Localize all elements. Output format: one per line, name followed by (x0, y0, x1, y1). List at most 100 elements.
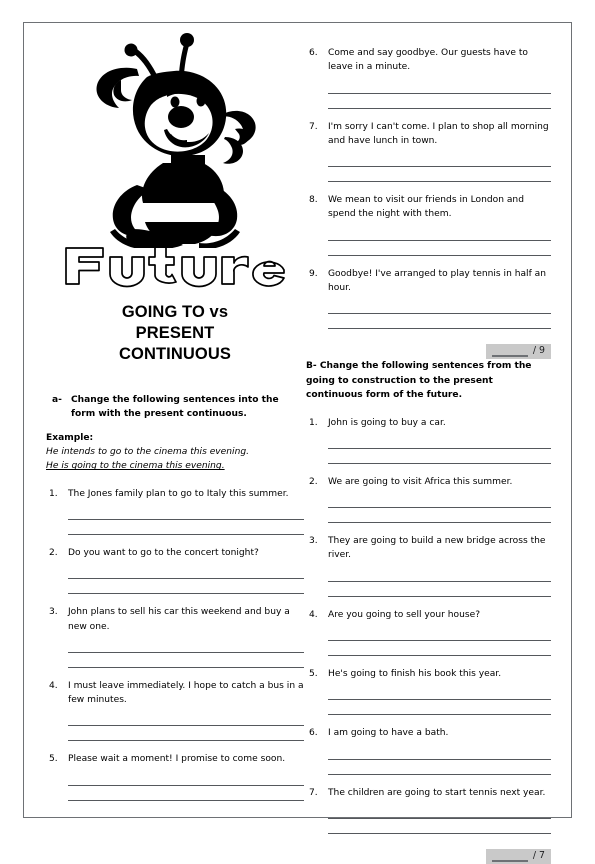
part-a-marker: a- (52, 395, 62, 405)
answer-line[interactable] (68, 788, 304, 801)
answer-lines (328, 495, 551, 524)
part-a-items-right: 6. Come and say goodbye. Our guests have… (306, 46, 551, 330)
answer-line[interactable] (68, 655, 304, 668)
item-body: They are going to build a new bridge acr… (328, 534, 551, 597)
answer-lines (68, 640, 304, 668)
list-item: 8. We mean to visit our friends in Londo… (306, 193, 551, 256)
list-item: 1. The Jones family plan to go to Italy … (46, 487, 304, 535)
item-text: John plans to sell his car this weekend … (68, 607, 290, 632)
answer-line[interactable] (328, 169, 551, 183)
answer-line[interactable] (68, 566, 304, 580)
answer-line[interactable] (328, 436, 551, 449)
answer-line[interactable] (328, 569, 551, 582)
answer-line[interactable] (68, 581, 304, 595)
answer-line[interactable] (328, 806, 551, 819)
part-b-score-row: / 7 (306, 848, 551, 864)
answer-line[interactable] (68, 522, 304, 535)
answer-line[interactable] (328, 243, 551, 256)
part-b-instruction: B- Change the following sentences from t… (306, 361, 532, 401)
worksheet-columns: GOING TO vs PRESENT CONTINUOUS a- Change… (24, 23, 571, 864)
list-item: 4. I must leave immediately. I hope to c… (46, 679, 304, 742)
answer-line[interactable] (328, 687, 551, 701)
item-text: Please wait a moment! I promise to come … (68, 754, 286, 765)
item-number: 2. (49, 548, 58, 558)
example-label: Example: (46, 432, 94, 443)
answer-line[interactable] (328, 510, 551, 524)
list-item: 3. They are going to build a new bridge … (306, 534, 551, 597)
list-item: 5. Please wait a moment! I promise to co… (46, 752, 304, 801)
item-body: The children are going to start tennis n… (328, 786, 551, 834)
answer-line[interactable] (328, 228, 551, 241)
item-body: I must leave immediately. I hope to catc… (68, 679, 304, 742)
item-body: We mean to visit our friends in London a… (328, 193, 551, 256)
item-body: John is going to buy a car. (328, 416, 551, 464)
part-a-instruction: a- Change the following sentences into t… (46, 393, 304, 422)
list-item: 9. Goodbye! I've arranged to play tennis… (306, 267, 551, 330)
item-text: We are going to visit Africa this summer… (328, 476, 513, 487)
example-prompt: He intends to go to the cinema this even… (46, 447, 249, 458)
list-item: 6. Come and say goodbye. Our guests have… (306, 46, 551, 109)
answer-line[interactable] (68, 507, 304, 520)
right-column: 6. Come and say goodbye. Our guests have… (306, 33, 551, 864)
list-item: 7. I'm sorry I can't come. I plan to sho… (306, 120, 551, 183)
example-answer: He is going to the cinema this evening. (46, 461, 225, 472)
answer-line[interactable] (328, 96, 551, 109)
example-block: Example: He intends to go to the cinema … (46, 431, 304, 474)
answer-line[interactable] (328, 154, 551, 168)
item-text: I am going to have a bath. (328, 728, 449, 739)
item-text: The children are going to start tennis n… (328, 787, 546, 798)
item-body: Come and say goodbye. Our guests have to… (328, 46, 551, 109)
status-badge: / 7 (485, 848, 551, 864)
list-item: 4. Are you going to sell your house? (306, 608, 551, 657)
answer-line[interactable] (328, 301, 551, 315)
item-text: They are going to build a new bridge acr… (328, 536, 546, 561)
item-body: John plans to sell his car this weekend … (68, 605, 304, 668)
item-body: He's going to finish his book this year. (328, 667, 551, 716)
answer-line[interactable] (328, 643, 551, 657)
part-b-items: 1. John is going to buy a car. 2. We are… (306, 416, 551, 834)
answer-lines (68, 507, 304, 535)
answer-line[interactable] (68, 640, 304, 653)
list-item: 5. He's going to finish his book this ye… (306, 667, 551, 716)
item-text: Do you want to go to the concert tonight… (68, 548, 259, 558)
item-number: 7. (309, 787, 318, 798)
score-total: / 9 (532, 345, 545, 357)
page-title: GOING TO vs PRESENT CONTINUOUS (46, 302, 304, 365)
list-item: 1. John is going to buy a car. (306, 416, 551, 464)
title-line-2: PRESENT (135, 324, 215, 342)
item-number: 9. (309, 268, 318, 279)
item-text: John is going to buy a car. (328, 417, 446, 428)
answer-line[interactable] (328, 451, 551, 464)
answer-lines (68, 773, 304, 801)
answer-line[interactable] (328, 81, 551, 94)
item-text: I must leave immediately. I hope to catc… (68, 680, 304, 706)
answer-lines (328, 81, 551, 109)
answer-line[interactable] (328, 747, 551, 760)
answer-line[interactable] (328, 702, 551, 716)
title-line-1: GOING TO vs (121, 303, 229, 321)
answer-lines (328, 628, 551, 657)
list-item: 2. We are going to visit Africa this sum… (306, 475, 551, 524)
item-number: 5. (49, 754, 58, 765)
answer-line[interactable] (68, 713, 304, 727)
item-text: Are you going to sell your house? (328, 609, 481, 620)
answer-line[interactable] (68, 773, 304, 786)
item-number: 5. (309, 669, 318, 680)
item-number: 1. (309, 417, 318, 428)
answer-line[interactable] (328, 762, 551, 775)
item-number: 3. (49, 607, 58, 618)
answer-line[interactable] (328, 584, 551, 597)
list-item: 2. Do you want to go to the concert toni… (46, 546, 304, 595)
worksheet-page: GOING TO vs PRESENT CONTINUOUS a- Change… (23, 22, 572, 864)
score-input-blank[interactable] (491, 851, 528, 862)
answer-line[interactable] (328, 316, 551, 330)
answer-line[interactable] (328, 628, 551, 642)
part-a-items-left: 1. The Jones family plan to go to Italy … (46, 487, 304, 801)
answer-line[interactable] (328, 821, 551, 834)
answer-lines (328, 228, 551, 256)
item-body: We are going to visit Africa this summer… (328, 475, 551, 524)
answer-line[interactable] (68, 728, 304, 742)
answer-line[interactable] (328, 495, 551, 509)
score-input-blank[interactable] (491, 346, 528, 358)
item-body: Do you want to go to the concert tonight… (68, 546, 304, 595)
